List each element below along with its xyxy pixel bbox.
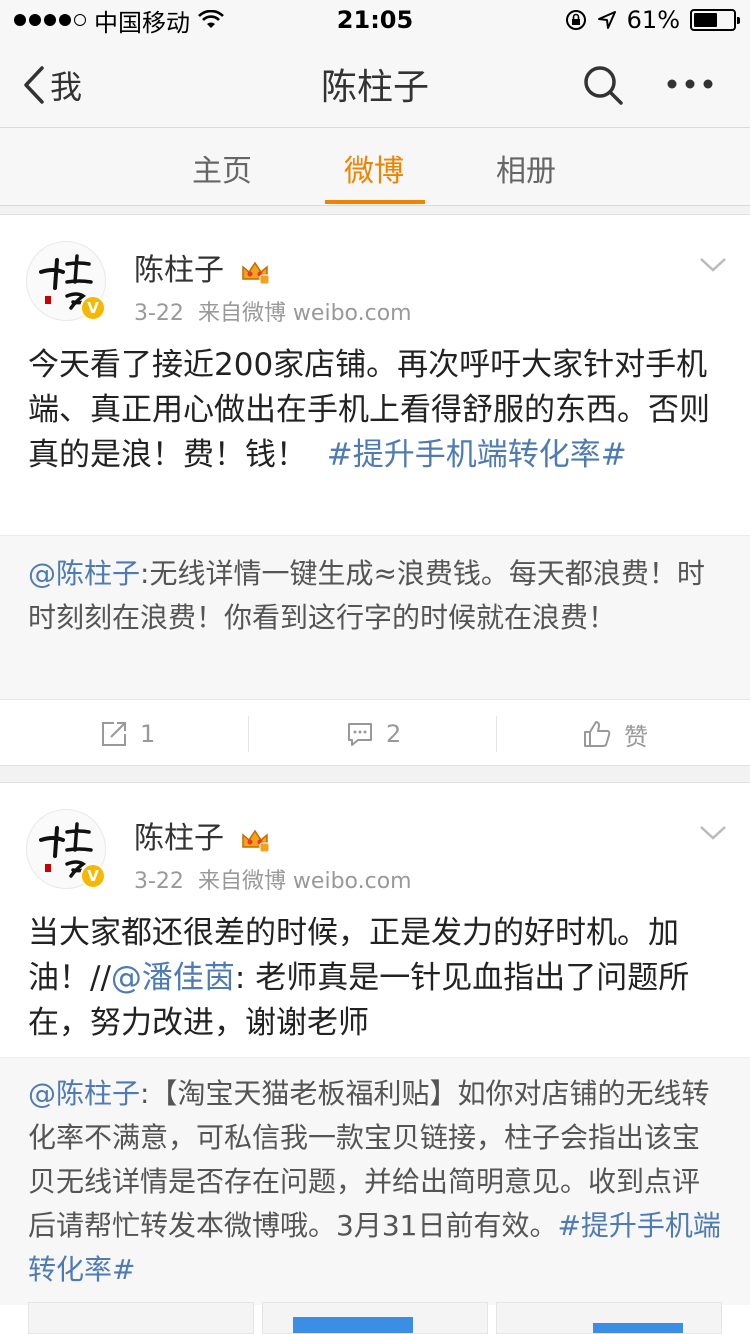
profile-tabs: 主页 微博 相册 [0, 128, 750, 206]
comment-count: 2 [386, 720, 402, 748]
chevron-down-icon[interactable] [698, 255, 728, 275]
like-button[interactable]: 赞 [582, 700, 648, 768]
crown-icon [241, 261, 270, 284]
battery-icon [690, 9, 740, 31]
repost-mention[interactable]: @陈柱子 [28, 557, 140, 590]
weibo-post: V 陈柱子 3-22 来自微博 weibo.com 当大家都还很差的时候，正是发… [0, 782, 750, 1334]
post-image[interactable] [262, 1302, 488, 1334]
divider [248, 716, 249, 752]
comment-icon [348, 723, 372, 746]
share-icon [102, 722, 126, 746]
page-title: 陈柱子 [320, 66, 429, 108]
repost-mention[interactable]: @陈柱子 [28, 1077, 140, 1110]
crown-icon [241, 829, 270, 852]
post-source: 来自微博 weibo.com [197, 301, 412, 326]
carrier-label: 中国移动 [94, 8, 190, 37]
like-label: 赞 [624, 722, 648, 751]
comment-button[interactable]: 2 [346, 700, 401, 768]
more-icon[interactable] [666, 78, 714, 90]
repost-box[interactable]: @陈柱子:无线详情一键生成≈浪费钱。每天都浪费！时时刻刻在浪费！你看到这行字的时… [0, 535, 750, 699]
post-date: 3-22 [134, 301, 184, 326]
like-icon [584, 721, 611, 747]
post-image[interactable] [28, 1302, 254, 1334]
repost-box[interactable]: @陈柱子:【淘宝天猫老板福利贴】如你对店铺的无线转化率不满意，可私信我一款宝贝链… [0, 1057, 750, 1305]
topic-link[interactable]: #提升手机端转化率# [327, 437, 627, 473]
back-label: 我 [50, 68, 83, 106]
repost-text: @陈柱子:【淘宝天猫老板福利贴】如你对店铺的无线转化率不满意，可私信我一款宝贝链… [28, 1072, 722, 1292]
post-meta: 3-22 来自微博 weibo.com [134, 295, 412, 327]
wifi-icon [198, 10, 224, 28]
share-count: 1 [140, 720, 156, 748]
mention-link[interactable]: @潘佳茵 [111, 960, 235, 996]
post-text: 当大家都还很差的时候，正是发力的好时机。加油！//@潘佳茵: 老师真是一针见血指… [28, 911, 722, 1046]
post-author[interactable]: 陈柱子 [134, 813, 270, 857]
nav-bar: 我 陈柱子 [0, 40, 750, 128]
post-source: 来自微博 weibo.com [197, 869, 412, 894]
chevron-down-icon[interactable] [698, 823, 728, 843]
post-actions: 1 2 赞 [0, 699, 750, 767]
post-author[interactable]: 陈柱子 [134, 245, 270, 289]
weibo-post: V 陈柱子 3-22 来自微博 weibo.com 今天看了接近200家店铺。再… [0, 214, 750, 766]
post-meta: 3-22 来自微博 weibo.com [134, 863, 412, 895]
post-author-label: 陈柱子 [134, 821, 224, 856]
tab-weibo[interactable]: 微博 [344, 146, 404, 190]
post-image-strip [0, 1302, 750, 1334]
active-tab-indicator [325, 200, 425, 204]
tab-album[interactable]: 相册 [496, 146, 556, 190]
verified-icon: V [80, 295, 106, 321]
back-chevron-icon [24, 66, 44, 104]
divider [496, 716, 497, 752]
search-icon[interactable] [582, 64, 626, 108]
back-button[interactable]: 我 [22, 62, 82, 108]
rotation-lock-icon [565, 10, 586, 30]
post-date: 3-22 [134, 869, 184, 894]
post-text: 今天看了接近200家店铺。再次呼吁大家针对手机端、真正用心做出在手机上看得舒服的… [28, 343, 722, 478]
share-button[interactable]: 1 [100, 700, 155, 768]
location-icon [597, 11, 616, 29]
status-bar: 中国移动 21:05 61% [0, 0, 750, 40]
tab-home[interactable]: 主页 [192, 146, 252, 190]
battery-percent: 61% [626, 6, 680, 34]
signal-icon [14, 14, 86, 26]
repost-text: @陈柱子:无线详情一键生成≈浪费钱。每天都浪费！时时刻刻在浪费！你看到这行字的时… [28, 552, 722, 640]
post-image[interactable] [496, 1302, 722, 1334]
verified-icon: V [80, 863, 106, 889]
post-author-label: 陈柱子 [134, 253, 224, 288]
